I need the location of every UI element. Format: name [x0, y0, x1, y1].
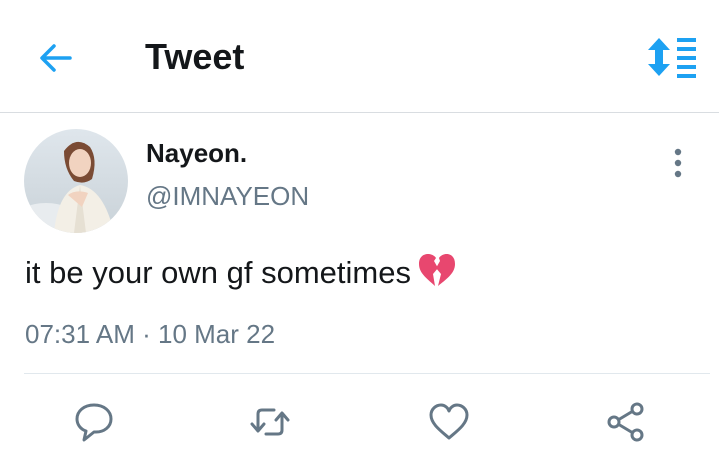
- broken-heart-icon: [417, 252, 457, 298]
- back-button[interactable]: [36, 38, 76, 78]
- sort-lines-icon: [648, 38, 696, 78]
- meta-separator: ·: [142, 319, 151, 349]
- tweet-text: it be your own gf sometimes: [25, 252, 457, 298]
- avatar[interactable]: [24, 129, 128, 233]
- sort-button[interactable]: [646, 36, 698, 78]
- avatar-photo: [24, 129, 128, 233]
- tweet-body: it be your own gf sometimes: [25, 255, 411, 291]
- arrow-left-icon: [40, 44, 72, 72]
- author-name[interactable]: Nayeon.: [146, 137, 247, 169]
- reply-button[interactable]: [72, 400, 116, 444]
- retweet-icon: [250, 408, 290, 436]
- vertical-dots-icon: [674, 148, 682, 178]
- author-handle[interactable]: @IMNAYEON: [146, 180, 309, 212]
- heart-outline-icon: [429, 403, 469, 440]
- retweet-button[interactable]: [248, 400, 292, 444]
- share-icon: [607, 402, 644, 442]
- like-button[interactable]: [427, 400, 471, 444]
- divider: [24, 373, 710, 374]
- page-title: Tweet: [145, 36, 245, 77]
- more-options-button[interactable]: [664, 146, 692, 180]
- tweet-timestamp: 07:31 AM · 10 Mar 22: [25, 317, 275, 351]
- tweet-date: 10 Mar 22: [158, 319, 276, 349]
- top-bar: Tweet: [0, 0, 719, 113]
- share-button[interactable]: [604, 400, 648, 444]
- tweet-time: 07:31 AM: [25, 319, 135, 349]
- reply-bubble-icon: [75, 403, 113, 442]
